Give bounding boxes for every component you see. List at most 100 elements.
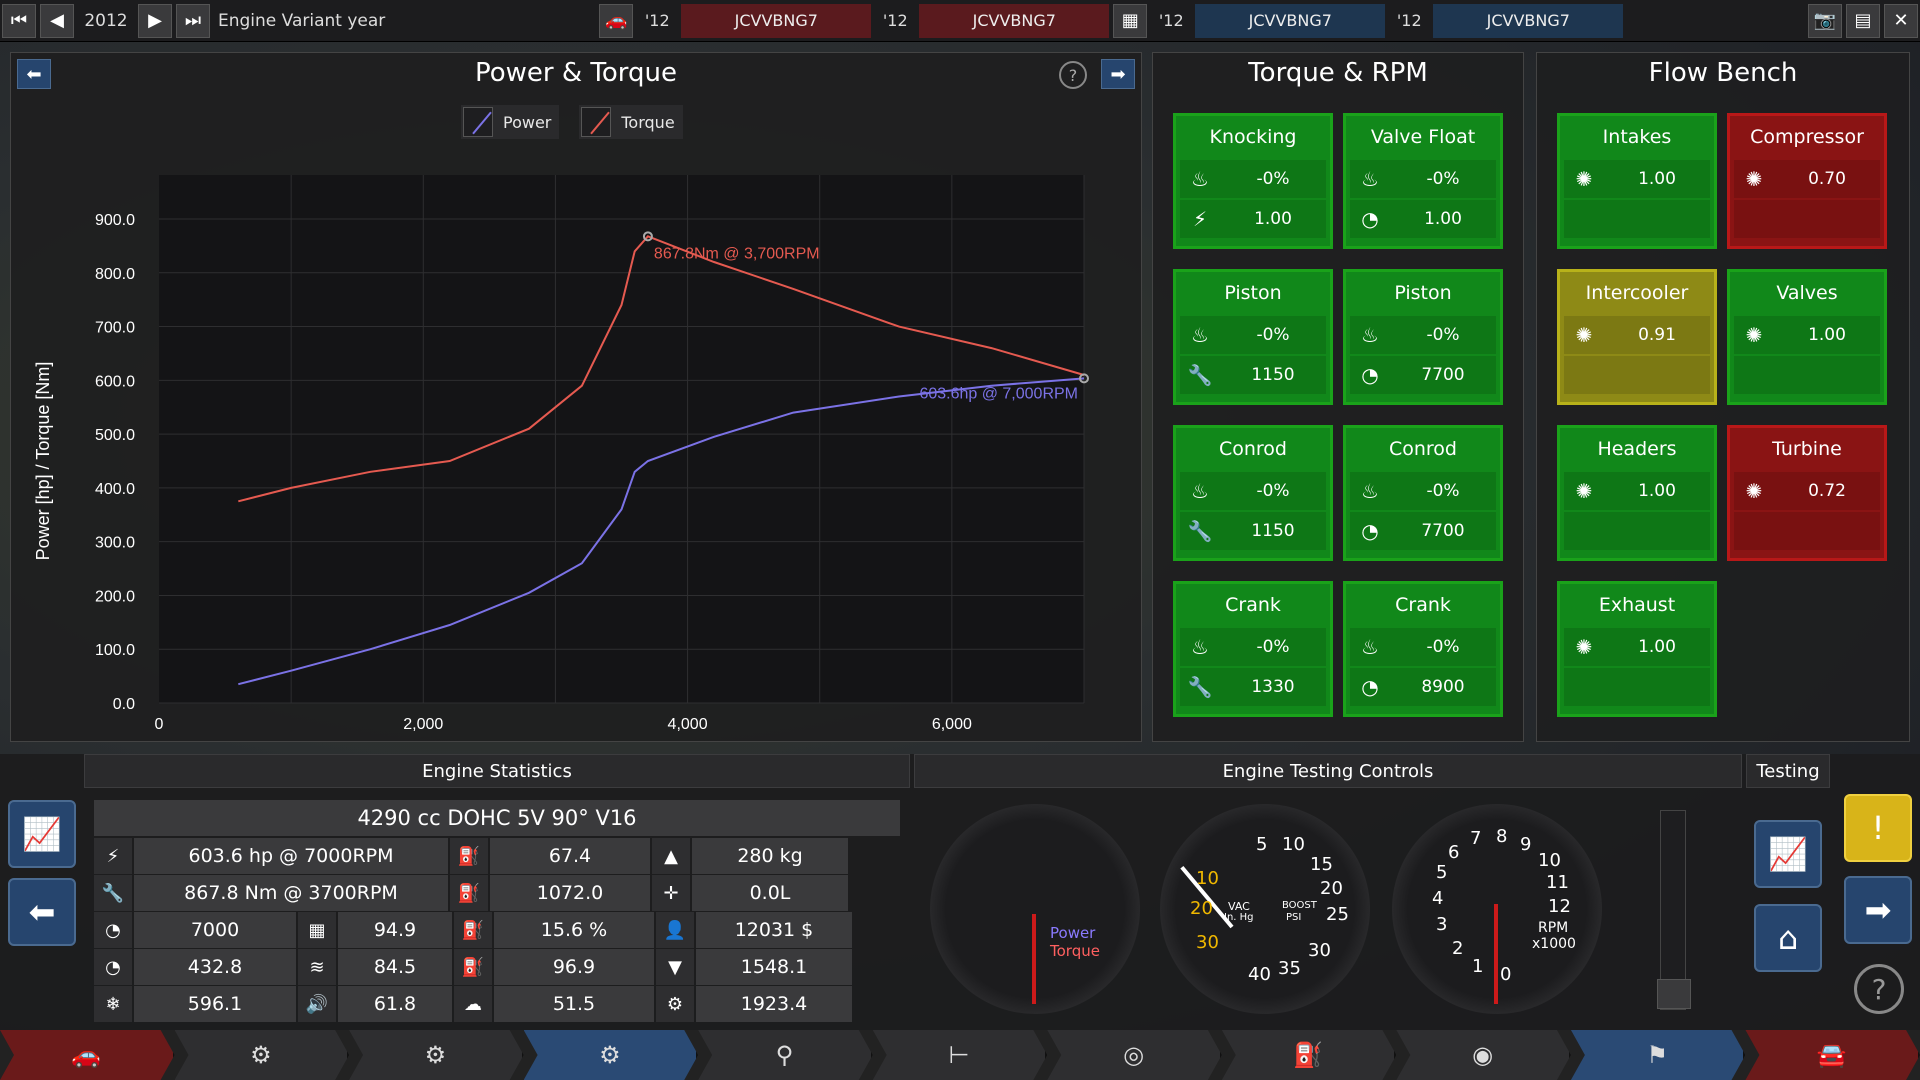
nav-turbo-icon[interactable]: ◎: [1047, 1030, 1222, 1080]
cost-icon: 👤: [656, 912, 694, 948]
test-curve-button[interactable]: 📈: [1754, 820, 1822, 888]
x-tick-label: 0: [155, 716, 164, 733]
tile-value: 7700: [1421, 521, 1465, 541]
flow-tile[interactable]: Valves ✺ 1.00: [1727, 269, 1887, 405]
gauge-needle: [1032, 914, 1036, 1004]
x-tick-label: 4,000: [668, 716, 708, 733]
flow-icon: ✺: [1575, 323, 1593, 347]
tile-title: Conrod: [1388, 438, 1457, 460]
stat-value: 596.1: [134, 986, 296, 1022]
stats-row: ⚡ 603.6 hp @ 7000RPM ⛽ 67.4 ▲ 280 kg: [94, 838, 900, 874]
tile-row-empty: [1734, 512, 1880, 550]
flow-tile[interactable]: Intakes ✺ 1.00: [1557, 113, 1717, 249]
throttle-handle[interactable]: [1657, 979, 1691, 1009]
gauge-tick: 30: [1308, 940, 1331, 961]
torque-tile[interactable]: Knocking ♨ -0% ⚡ 1.00: [1173, 113, 1333, 249]
nav-fuel-icon[interactable]: ⛽: [1221, 1030, 1397, 1080]
anvil-icon: ▼: [656, 949, 694, 985]
tile-row: ✺ 1.00: [1564, 628, 1710, 666]
slot-ver: '12: [1396, 11, 1422, 30]
slot-code[interactable]: JCVVBNG7: [919, 3, 1110, 38]
nav-exhaust-icon[interactable]: ◉: [1396, 1030, 1571, 1080]
stat-value: 96.9: [494, 949, 654, 985]
rev-icon: ◔: [94, 949, 132, 985]
nav-fuel-rail-icon[interactable]: ⊢: [872, 1030, 1048, 1080]
metric-icon: 🔧: [1187, 675, 1213, 699]
slot-code[interactable]: JCVVBNG7: [1195, 3, 1386, 38]
wrench-icon: 🔧: [94, 875, 132, 911]
y-tick-label: 800.0: [95, 266, 135, 283]
torque-tile[interactable]: Piston ♨ -0% ◔ 7700: [1343, 269, 1503, 405]
flow-tile[interactable]: Turbine ✺ 0.72: [1727, 425, 1887, 561]
tile-value: 0.72: [1808, 481, 1846, 501]
back-button[interactable]: ⬅: [8, 878, 76, 946]
flow-tile[interactable]: Exhaust ✺ 1.00: [1557, 581, 1717, 717]
gauge-tick: 8: [1496, 826, 1508, 847]
torque-tile[interactable]: Piston ♨ -0% 🔧 1150: [1173, 269, 1333, 405]
peak-torque: 867.8 Nm @ 3700RPM: [134, 875, 448, 911]
slot-ver: '12: [644, 11, 670, 30]
warning-icon[interactable]: !: [1844, 794, 1912, 862]
slot-code[interactable]: JCVVBNG7: [681, 3, 872, 38]
forward-button[interactable]: ➡: [1844, 876, 1912, 944]
nav-crankshaft-icon[interactable]: ⚲: [698, 1030, 873, 1080]
tile-value: -0%: [1256, 637, 1290, 657]
torque-tile[interactable]: Conrod ♨ -0% ◔ 7700: [1343, 425, 1503, 561]
annotation-label: 603.6hp @ 7,000RPM: [919, 385, 1078, 402]
stat-value: 1923.4: [696, 986, 852, 1022]
torque-tile[interactable]: Crank ♨ -0% 🔧 1330: [1173, 581, 1333, 717]
calculator-icon[interactable]: ▤: [1846, 3, 1880, 38]
oil-icon: ♨: [1191, 635, 1209, 659]
y-tick-label: 0.0: [113, 696, 135, 713]
nav-engine-tune-icon[interactable]: ⚙: [523, 1030, 699, 1080]
close-icon[interactable]: ✕: [1884, 3, 1918, 38]
dyno-button[interactable]: ⌂: [1754, 904, 1822, 972]
stat-value: 15.6 %: [494, 912, 654, 948]
chart-panel: Power & Torque ⬅ ? ➡ Power Torque 0.0 100…: [10, 52, 1142, 742]
gauge-needle: [1494, 904, 1498, 1004]
throttle-slider[interactable]: [1657, 810, 1691, 1010]
power-icon: ⚡: [94, 838, 132, 874]
tile-title: Valves: [1776, 282, 1838, 304]
nav-car-icon[interactable]: 🚗: [0, 1030, 175, 1080]
gauge-vac-unit: In. Hg: [1224, 912, 1254, 923]
tile-title: Headers: [1597, 438, 1677, 460]
torque-tile[interactable]: Crank ♨ -0% ◔ 8900: [1343, 581, 1503, 717]
bottom-area: Engine Statistics Engine Testing Control…: [0, 754, 1920, 1030]
gauge-tick: 10: [1282, 834, 1305, 855]
torque-tile[interactable]: Valve Float ♨ -0% ◔ 1.00: [1343, 113, 1503, 249]
y-tick-label: 200.0: [95, 588, 135, 605]
next-year-button[interactable]: ▶: [138, 3, 172, 38]
next-arrow-button[interactable]: ➡: [1101, 59, 1135, 89]
prev-arrow-button[interactable]: ⬅: [17, 59, 51, 89]
tile-row-empty: [1734, 356, 1880, 394]
engine-descriptor: 4290 cc DOHC 5V 90° V16: [94, 800, 900, 836]
help-icon[interactable]: ?: [1059, 61, 1087, 89]
flow-tile[interactable]: Headers ✺ 1.00: [1557, 425, 1717, 561]
gauge-torque-label: Torque: [1050, 942, 1100, 960]
nav-engine-parts-icon[interactable]: ⚙: [174, 1030, 350, 1080]
tile-title: Conrod: [1218, 438, 1287, 460]
nav-test-icon[interactable]: ⚑: [1570, 1030, 1746, 1080]
nav-engine-block-icon[interactable]: ⚙: [349, 1030, 524, 1080]
flow-tile[interactable]: Compressor ✺ 0.70: [1727, 113, 1887, 249]
gauge-tick: 40: [1248, 964, 1271, 985]
prev-year-button[interactable]: ◀: [40, 3, 74, 38]
tile-value: -0%: [1256, 481, 1290, 501]
nav-car-settings-icon[interactable]: 🚘: [1745, 1030, 1920, 1080]
tile-row: ✺ 0.91: [1564, 316, 1710, 354]
camera-icon[interactable]: 📷: [1808, 3, 1842, 38]
gear-icon: ⚙: [656, 986, 694, 1022]
tile-value: 1150: [1251, 365, 1295, 385]
curve-graph-button[interactable]: 📈: [8, 800, 76, 868]
gauge-boost-unit: PSI: [1286, 912, 1302, 923]
slot-code[interactable]: JCVVBNG7: [1433, 3, 1624, 38]
first-year-button[interactable]: ⏮: [2, 3, 36, 38]
car-icon[interactable]: 🚗: [599, 3, 634, 38]
last-year-button[interactable]: ⏭: [176, 3, 210, 38]
gauge-tick: 2: [1452, 938, 1464, 959]
engine-icon[interactable]: ▦: [1113, 3, 1148, 38]
torque-tile[interactable]: Conrod ♨ -0% 🔧 1150: [1173, 425, 1333, 561]
flow-tile[interactable]: Intercooler ✺ 0.91: [1557, 269, 1717, 405]
help-icon[interactable]: ?: [1854, 964, 1904, 1014]
